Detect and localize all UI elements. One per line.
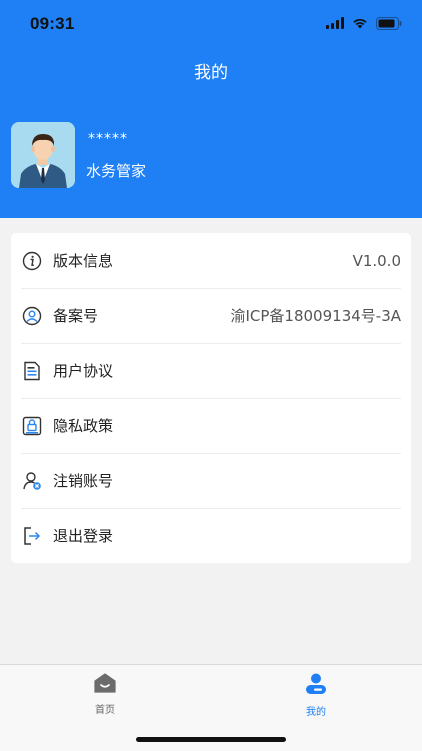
document-icon [21, 360, 43, 382]
tab-home[interactable]: 首页 [75, 673, 135, 716]
wifi-icon [352, 17, 368, 29]
user-role: 水务管家 [86, 162, 147, 180]
version-value: V1.0.0 [352, 251, 401, 270]
menu-item-icp-record[interactable]: 备案号 渝ICP备18009134号-3A [11, 288, 411, 343]
menu-item-delete-account[interactable]: 注销账号 [11, 453, 411, 508]
user-remove-icon [21, 470, 43, 492]
tab-home-label: 首页 [95, 705, 115, 716]
menu-item-logout[interactable]: 退出登录 [11, 508, 411, 563]
status-time: 09:31 [30, 14, 75, 33]
logout-icon [21, 525, 43, 547]
menu-item-label: 注销账号 [53, 472, 114, 490]
icp-record-value: 渝ICP备18009134号-3A [230, 307, 401, 325]
avatar[interactable] [11, 122, 75, 188]
user-circle-icon [21, 305, 43, 327]
status-bar: 09:31 [0, 0, 422, 50]
username: ***** [88, 131, 128, 147]
menu-item-version[interactable]: 版本信息 V1.0.0 [11, 233, 411, 288]
privacy-lock-icon [21, 415, 43, 437]
menu-item-label: 用户协议 [53, 362, 114, 380]
profile-header: 09:31 我的 ***** 水务管家 [0, 0, 422, 218]
menu-item-label: 备案号 [53, 307, 99, 325]
cellular-signal-icon [326, 17, 344, 29]
menu-item-label: 隐私政策 [53, 417, 114, 435]
menu-item-label: 退出登录 [53, 527, 114, 545]
menu-item-user-agreement[interactable]: 用户协议 [11, 343, 411, 398]
home-icon [75, 673, 135, 697]
settings-card: 版本信息 V1.0.0 备案号 渝ICP备18009134号-3A 用户协议 隐… [11, 233, 411, 563]
user-profile-icon [286, 673, 346, 699]
info-icon [21, 250, 43, 272]
home-indicator [136, 737, 286, 742]
tab-mine-label: 我的 [306, 707, 326, 718]
battery-icon [376, 17, 402, 30]
tab-mine[interactable]: 我的 [286, 673, 346, 718]
menu-item-privacy-policy[interactable]: 隐私政策 [11, 398, 411, 453]
menu-item-label: 版本信息 [53, 252, 114, 270]
page-title: 我的 [194, 63, 228, 83]
